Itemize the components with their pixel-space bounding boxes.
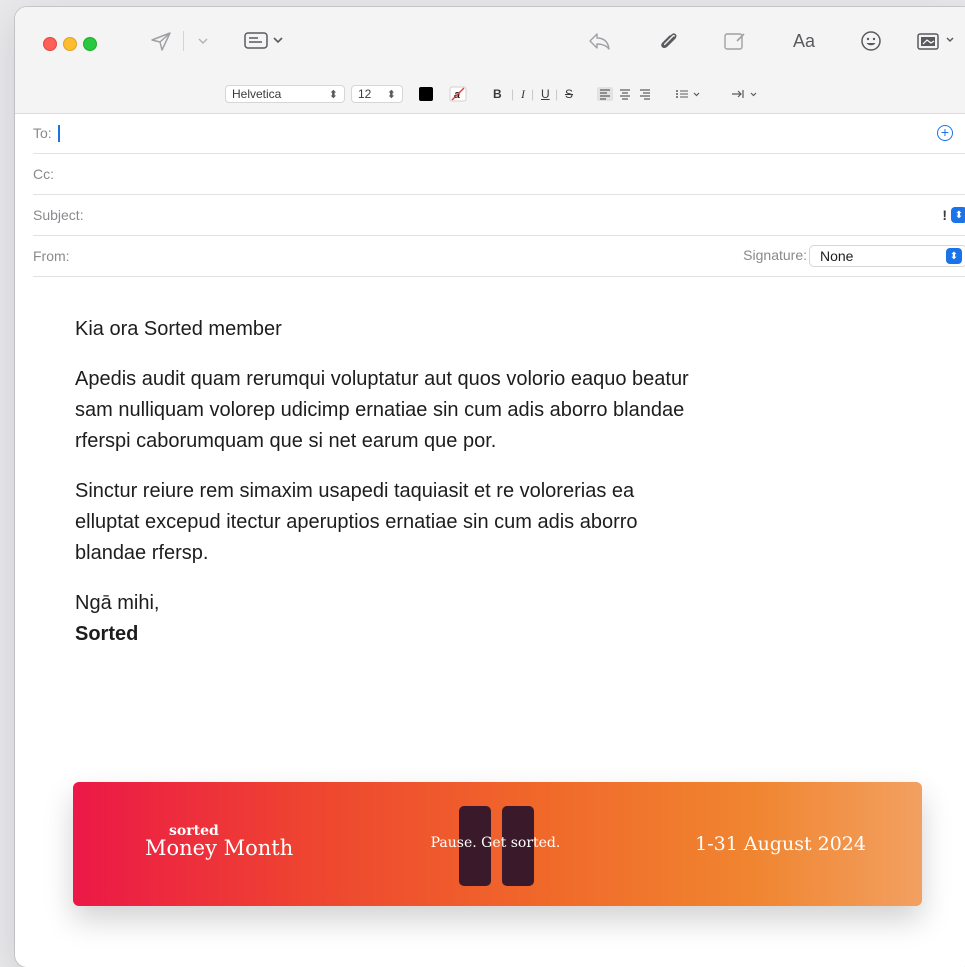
highlight-icon: a — [449, 86, 467, 102]
align-center-button[interactable] — [617, 85, 633, 103]
paragraph-2: Sinctur reiure rem simaxim usapedi taqui… — [75, 480, 638, 564]
zoom-button[interactable] — [83, 37, 97, 51]
message-body[interactable]: Kia ora Sorted member Apedis audit quam … — [75, 314, 695, 669]
emoji-icon[interactable] — [857, 27, 885, 55]
indent-icon — [732, 90, 757, 98]
list-style-button[interactable] — [675, 85, 703, 103]
send-options-chevron-icon[interactable] — [195, 27, 211, 55]
format-fonts-icon[interactable]: Aa — [787, 27, 821, 55]
attachment-icon[interactable] — [655, 27, 683, 55]
header-fields-icon[interactable] — [243, 27, 287, 55]
to-label: To: — [33, 125, 52, 141]
align-left-icon — [597, 87, 613, 101]
toolbar-divider — [183, 31, 184, 51]
align-left-button[interactable] — [597, 85, 613, 103]
compose-window: Aa Helvetica ⬍ 12 ⬍ a B | I — [15, 7, 965, 967]
banner-dates: 1-31 August 2024 — [695, 833, 866, 855]
stepper-icon: ⬍ — [328, 88, 338, 101]
underline-button[interactable]: U — [541, 85, 550, 103]
subject-label: Subject: — [33, 207, 84, 223]
signature-stepper-icon[interactable]: ⬍ — [946, 248, 962, 264]
close-button[interactable] — [43, 37, 57, 51]
greeting: Kia ora Sorted member — [75, 318, 282, 340]
format-divider: | — [555, 87, 559, 101]
format-divider: | — [531, 87, 535, 101]
color-swatch-icon — [419, 87, 433, 101]
format-divider: | — [511, 87, 515, 101]
align-center-icon — [620, 89, 630, 100]
highlight-color-button[interactable]: a — [449, 85, 467, 103]
closing: Ngā mihi, — [75, 592, 160, 614]
align-right-button[interactable] — [637, 85, 653, 103]
list-icon — [676, 90, 700, 98]
from-field[interactable]: From: Signature: None ⬍ — [33, 236, 965, 277]
italic-button[interactable]: I — [521, 85, 525, 103]
from-label: From: — [33, 248, 70, 264]
signature-select[interactable]: None — [809, 245, 965, 267]
bold-button[interactable]: B — [493, 85, 502, 103]
format-bar: Helvetica ⬍ 12 ⬍ a B | I | U | S — [15, 75, 965, 114]
to-field[interactable]: To: + — [33, 113, 965, 154]
font-size-select[interactable]: 12 ⬍ — [351, 85, 403, 103]
subject-field[interactable]: Subject: ! ⬍ — [33, 195, 965, 236]
priority-value: ! — [942, 207, 947, 223]
paragraph-1: Apedis audit quam rerumqui voluptatur au… — [75, 368, 689, 452]
markup-icon[interactable] — [721, 27, 749, 55]
stepper-icon: ⬍ — [386, 88, 396, 101]
add-contact-icon[interactable]: + — [937, 125, 953, 141]
text-color-swatch[interactable] — [419, 85, 433, 103]
font-family-value: Helvetica — [232, 87, 282, 101]
strikethrough-button[interactable]: S — [565, 85, 573, 103]
photo-browser-icon[interactable] — [915, 27, 957, 55]
signature-value: None — [820, 248, 854, 264]
signature-label: Signature: — [743, 247, 807, 263]
text-cursor — [57, 124, 60, 142]
minimize-button[interactable] — [63, 37, 77, 51]
sender-name: Sorted — [75, 623, 139, 645]
toolbar: Aa — [15, 7, 965, 75]
cc-field[interactable]: Cc: — [33, 154, 965, 195]
priority-stepper-icon[interactable]: ⬍ — [951, 207, 965, 223]
reply-icon[interactable] — [585, 27, 613, 55]
indent-button[interactable] — [731, 85, 761, 103]
send-icon[interactable] — [147, 27, 175, 55]
money-month-banner: sorted Money Month Pause. Get sorted. 1-… — [73, 782, 922, 906]
font-family-select[interactable]: Helvetica ⬍ — [225, 85, 345, 103]
font-size-value: 12 — [358, 87, 372, 101]
cc-label: Cc: — [33, 166, 54, 182]
align-right-icon — [640, 89, 650, 100]
